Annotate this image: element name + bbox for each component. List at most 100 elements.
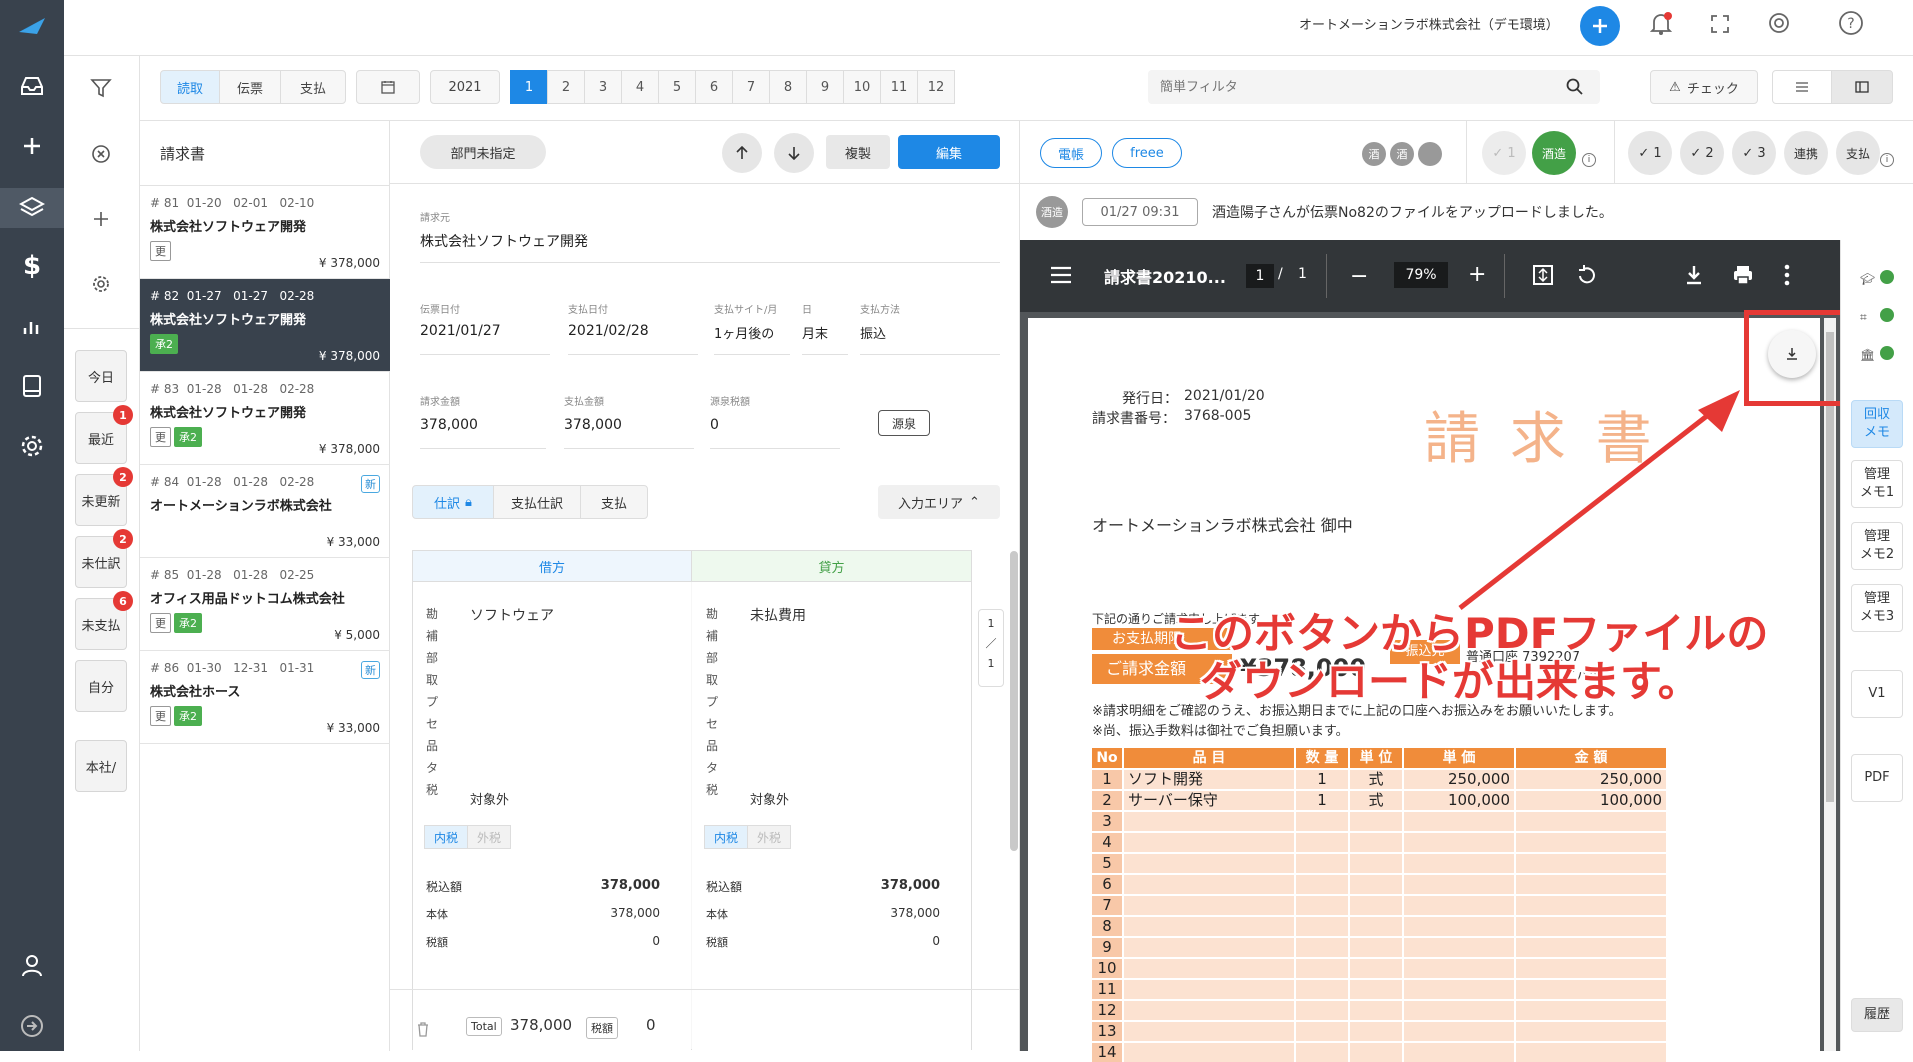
user-icon[interactable] — [14, 948, 50, 984]
info-icon[interactable]: i — [1880, 153, 1894, 167]
check-step-1-pending[interactable]: ✓ 1 — [1482, 131, 1526, 175]
quick-filter-recent[interactable]: 最近 1 — [75, 405, 133, 464]
avatar[interactable] — [1418, 142, 1442, 166]
clear-filter-icon[interactable] — [91, 144, 111, 164]
history-button[interactable]: 履歴 — [1851, 998, 1903, 1032]
check-step-2[interactable]: ✓ 2 — [1680, 131, 1724, 175]
admin-memo-3-button[interactable]: 管理 メモ3 — [1851, 584, 1903, 632]
credit-tax-type[interactable]: 対象外 — [750, 789, 789, 808]
add-filter-icon[interactable] — [92, 210, 110, 228]
tab-payment[interactable]: 支払 — [280, 70, 346, 104]
month-1[interactable]: 1 — [510, 70, 548, 104]
list-item[interactable]: # 85 01-28 01-28 02-25 オフィス用品ドットコム株式会社更承2… — [140, 558, 390, 651]
plus-icon[interactable] — [14, 128, 50, 164]
month-5[interactable]: 5 — [658, 70, 696, 104]
calendar-button[interactable] — [356, 70, 420, 104]
copy-button[interactable]: 複製 — [826, 135, 890, 169]
payment-button[interactable]: 支払 — [1836, 131, 1880, 175]
quick-filter-no-journal[interactable]: 未仕訳 2 — [75, 529, 133, 588]
approver-badge[interactable]: 酒造 — [1532, 131, 1576, 175]
zoom-level[interactable]: 79% — [1394, 262, 1448, 288]
list-item[interactable]: # 83 01-28 01-28 02-28 株式会社ソフトウェア開発更承2 ¥ 3… — [140, 372, 390, 465]
zoom-in-icon[interactable]: + — [1468, 262, 1486, 287]
avatar[interactable]: 酒 — [1390, 142, 1414, 166]
filter-settings-icon[interactable] — [91, 274, 111, 294]
debit-account[interactable]: ソフトウェア — [470, 605, 554, 625]
payment-method[interactable]: 振込 — [860, 323, 886, 342]
scrollbar[interactable] — [1010, 551, 1018, 851]
fullscreen-icon[interactable] — [1710, 14, 1730, 34]
bank-icon[interactable]: 🏛︎ — [1860, 348, 1875, 362]
month-6[interactable]: 6 — [695, 70, 733, 104]
tab-voucher[interactable]: 伝票 — [219, 70, 281, 104]
quick-filter-not-updated[interactable]: 未更新 2 — [75, 467, 133, 526]
payment-day[interactable]: 月末 — [802, 323, 828, 342]
trash-icon[interactable] — [416, 1021, 430, 1037]
list-item[interactable]: # 81 01-20 02-01 02-10 株式会社ソフトウェア開発更 ¥ 378… — [140, 186, 390, 279]
zoom-out-icon[interactable]: − — [1350, 264, 1368, 289]
entry-pager[interactable]: 1 ／ 1 — [978, 609, 1004, 687]
payment-site[interactable]: 1ヶ月後の — [714, 323, 774, 342]
month-4[interactable]: 4 — [621, 70, 659, 104]
month-3[interactable]: 3 — [584, 70, 622, 104]
help-icon[interactable]: ? — [1838, 10, 1864, 36]
month-12[interactable]: 12 — [917, 70, 955, 104]
menu-icon[interactable] — [1050, 266, 1072, 284]
edit-button[interactable]: 編集 — [898, 135, 1000, 169]
integration-button[interactable]: 連携 — [1784, 131, 1828, 175]
scan-icon[interactable]: ⌗ — [1860, 310, 1867, 325]
collection-memo-button[interactable]: 回収 メモ — [1851, 400, 1903, 448]
year-select[interactable]: 2021 — [430, 70, 500, 104]
freee-button[interactable]: freee — [1112, 138, 1182, 168]
hat-icon[interactable]: 🎓︎ — [1860, 272, 1875, 286]
list-item[interactable]: # 84 01-28 01-28 02-28 オートメーションラボ株式会社 ¥ 33… — [140, 465, 390, 558]
quick-filter-unpaid[interactable]: 未支払 6 — [75, 591, 133, 650]
gear-icon[interactable] — [14, 428, 50, 464]
bell-icon[interactable] — [1650, 12, 1672, 36]
tab-pay[interactable]: 支払 — [580, 485, 648, 519]
quick-filter-hq[interactable]: 本社/ — [75, 740, 127, 792]
check-step-3[interactable]: ✓ 3 — [1732, 131, 1776, 175]
input-area-toggle[interactable]: 入力エリア ⌃ — [878, 485, 1000, 519]
check-step-1[interactable]: ✓ 1 — [1628, 131, 1672, 175]
dollar-icon[interactable]: $ — [14, 248, 50, 284]
payment-amount[interactable]: 378,000 — [564, 417, 622, 433]
debit-tax-type[interactable]: 対象外 — [470, 789, 509, 808]
credit-excl-tax[interactable]: 外税 — [747, 825, 791, 849]
vendor-value[interactable]: 株式会社ソフトウェア開発 — [420, 231, 588, 251]
pdf-button[interactable]: PDF — [1851, 754, 1903, 802]
admin-memo-2-button[interactable]: 管理 メモ2 — [1851, 522, 1903, 570]
rotate-icon[interactable] — [1576, 264, 1598, 286]
simple-filter-input[interactable] — [1160, 77, 1540, 97]
next-button[interactable] — [774, 133, 814, 173]
quick-filter-today[interactable]: 今日 — [75, 350, 127, 402]
info-icon[interactable]: i — [1582, 153, 1596, 167]
month-2[interactable]: 2 — [547, 70, 585, 104]
admin-memo-1-button[interactable]: 管理 メモ1 — [1851, 460, 1903, 508]
quick-filter-mine[interactable]: 自分 — [75, 660, 127, 712]
tab-payment-journal[interactable]: 支払仕訳 — [493, 485, 581, 519]
withholding-button[interactable]: 源泉 — [878, 410, 930, 436]
arrow-right-circle-icon[interactable] — [14, 1008, 50, 1044]
credit-incl-tax[interactable]: 内税 — [704, 825, 748, 849]
withholding-amount[interactable]: 0 — [710, 417, 719, 433]
voucher-date[interactable]: 2021/01/27 — [420, 323, 501, 339]
funnel-icon[interactable] — [90, 78, 112, 98]
split-view-button[interactable] — [1831, 70, 1893, 104]
search-icon[interactable] — [1566, 78, 1584, 96]
fit-page-icon[interactable] — [1532, 264, 1554, 286]
page-input[interactable]: 1 — [1246, 264, 1274, 288]
layers-icon[interactable] — [0, 188, 64, 228]
more-icon[interactable] — [1784, 264, 1790, 286]
month-11[interactable]: 11 — [880, 70, 918, 104]
month-8[interactable]: 8 — [769, 70, 807, 104]
avatar[interactable]: 酒 — [1362, 142, 1386, 166]
list-view-button[interactable] — [1772, 70, 1832, 104]
pdf-scrollbar[interactable] — [1824, 318, 1836, 1051]
tab-read[interactable]: 読取 — [160, 70, 220, 104]
month-7[interactable]: 7 — [732, 70, 770, 104]
list-item[interactable]: # 86 01-30 12-31 01-31 株式会社ホース更承2 ¥ 33,000… — [140, 651, 390, 744]
check-button[interactable]: ⚠ チェック — [1650, 70, 1758, 104]
department-button[interactable]: 部門未指定 — [420, 135, 546, 169]
month-9[interactable]: 9 — [806, 70, 844, 104]
